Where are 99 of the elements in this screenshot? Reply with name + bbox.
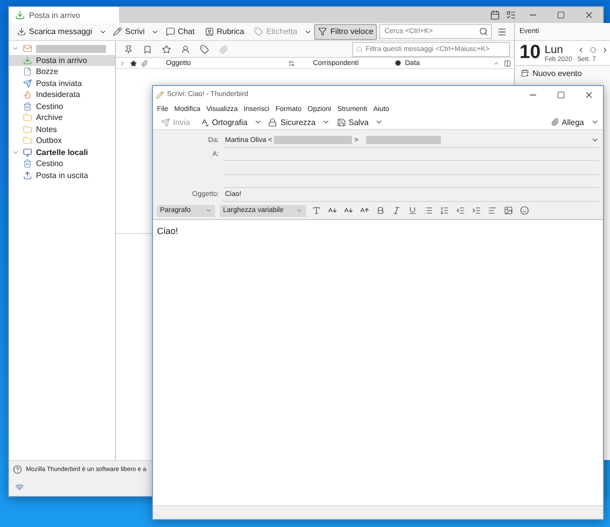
day-number: 10	[519, 42, 541, 64]
folder-item[interactable]: Posta in arrivo	[9, 54, 115, 66]
download-icon	[17, 27, 26, 36]
folder-item[interactable]: Indesiderata	[9, 89, 115, 100]
chevron-down-icon	[322, 118, 330, 126]
trash-icon	[23, 159, 32, 168]
spellcheck-icon	[200, 118, 209, 126]
paperclip-icon[interactable]	[219, 44, 228, 54]
thread-icon	[119, 60, 126, 66]
toolbar-button[interactable]: Salva	[332, 114, 373, 130]
arrows-icon	[288, 60, 295, 66]
tasks-icon[interactable]	[506, 10, 516, 20]
smaller-text-icon[interactable]	[344, 206, 353, 215]
calendar-icon[interactable]	[490, 10, 500, 20]
toolbar-button[interactable]: Filtro veloce	[314, 24, 378, 40]
upload-icon	[23, 170, 32, 180]
folder-icon	[23, 136, 32, 146]
search-icon	[479, 27, 488, 36]
toolbar-button[interactable]: Scarica messaggi	[13, 24, 96, 40]
weekday: Lun	[544, 44, 563, 56]
column-picker-icon	[504, 60, 512, 66]
redaction-bar	[36, 44, 106, 53]
toolbar-button[interactable]: Ortografia	[196, 114, 252, 130]
outdent-icon[interactable]	[456, 206, 465, 215]
star-icon[interactable]	[162, 44, 171, 54]
underline-icon[interactable]	[408, 206, 417, 215]
numbered-list-icon[interactable]	[440, 206, 449, 215]
window-tab[interactable]: Posta in arrivo	[9, 7, 119, 23]
folder-item[interactable]: Cartelle locali	[9, 146, 115, 158]
save-icon	[336, 118, 346, 126]
italic-icon[interactable]	[392, 206, 401, 215]
folder-item[interactable]: Posta inviata	[9, 78, 115, 89]
pencil-icon	[156, 90, 164, 98]
close-icon	[584, 90, 594, 100]
inbox-icon	[23, 56, 32, 65]
folder-item[interactable]: Posta in uscita	[9, 170, 115, 181]
contact-icon[interactable]	[181, 44, 190, 54]
lock-icon	[268, 118, 278, 126]
toolbar-button[interactable]: Rubrica	[200, 24, 248, 40]
folder-item[interactable]: Bozze	[9, 66, 115, 78]
chevron-down-icon	[205, 207, 212, 214]
chevron-down-icon	[590, 118, 598, 126]
emoji-icon[interactable]	[520, 206, 529, 215]
inbox-icon	[15, 10, 25, 20]
bookmark-icon[interactable]	[143, 44, 152, 54]
sort-icon	[493, 60, 500, 66]
new-event-button[interactable]: Nuovo evento	[517, 67, 610, 79]
filter-icon	[318, 27, 328, 36]
pencil-icon	[113, 27, 122, 36]
chevron-down-icon	[296, 207, 303, 214]
maximize-icon	[557, 11, 565, 19]
send-icon	[23, 78, 32, 88]
folder-item[interactable]: Cestino	[9, 158, 115, 170]
chevron-down-icon	[254, 118, 262, 126]
image-icon[interactable]	[504, 206, 513, 215]
indent-icon[interactable]	[472, 206, 481, 215]
attach-button[interactable]: Allega	[546, 114, 588, 130]
toolbar-button[interactable]: Chat	[162, 24, 199, 40]
toolbar-button[interactable]: Scrivi	[109, 24, 149, 40]
folder-item[interactable]: Archive	[9, 112, 115, 124]
tag-icon[interactable]	[200, 44, 209, 54]
toolbar-button[interactable]: Sicurezza	[264, 114, 320, 130]
read-status-icon	[395, 60, 401, 66]
align-icon[interactable]	[488, 206, 497, 215]
computer-icon	[23, 148, 32, 157]
maximize-icon	[557, 90, 565, 98]
pin-icon[interactable]	[124, 44, 133, 54]
tag-icon	[254, 27, 264, 36]
larger-text-icon[interactable]	[360, 206, 369, 215]
bullet-list-icon[interactable]	[424, 206, 433, 215]
help-icon	[13, 465, 22, 474]
folder-item[interactable]: Cestino	[9, 100, 115, 112]
expand-icon[interactable]	[12, 148, 19, 156]
today-icon[interactable]	[590, 46, 596, 52]
menu-icon	[497, 26, 508, 36]
calendar-plus-icon	[521, 69, 530, 77]
folder-icon	[23, 113, 32, 122]
trash-icon	[23, 102, 32, 111]
font-size-icon[interactable]	[328, 206, 337, 215]
paperclip-icon	[141, 60, 148, 66]
search-icon	[356, 46, 364, 52]
document-icon	[23, 67, 32, 76]
close-icon	[584, 10, 594, 20]
message-body[interactable]: Ciao!	[153, 220, 603, 505]
chat-icon	[166, 27, 175, 36]
folder-icon	[23, 124, 32, 134]
expand-icon[interactable]	[12, 45, 19, 52]
mailbox-icon	[23, 44, 32, 54]
star-icon	[130, 60, 137, 66]
bold-icon[interactable]	[376, 206, 385, 215]
folder-item[interactable]: Notes	[9, 124, 115, 135]
chevron-down-icon	[375, 118, 384, 126]
send-icon	[161, 118, 170, 126]
folder-item[interactable]: Outbox	[9, 135, 115, 146]
paperclip-icon	[550, 118, 559, 126]
flame-icon	[23, 90, 32, 100]
text-color-icon[interactable]	[312, 206, 321, 215]
online-status-icon	[15, 482, 24, 492]
contact-icon	[204, 27, 214, 36]
